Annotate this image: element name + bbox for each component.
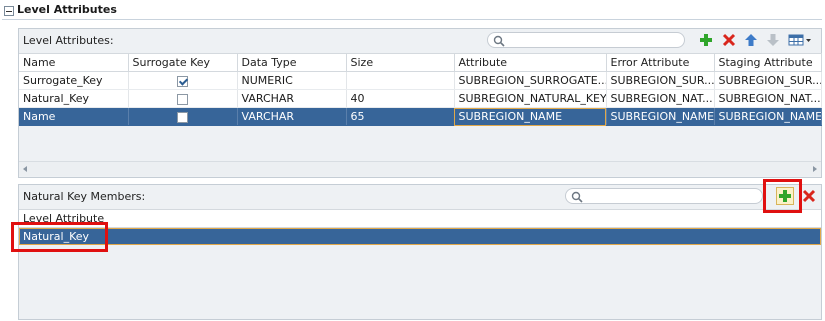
move-up-button[interactable] <box>743 32 759 48</box>
columns-menu-button[interactable] <box>787 32 813 48</box>
cell-size[interactable]: 40 <box>346 89 455 108</box>
cell-attribute[interactable]: SUBREGION_NAME <box>454 107 607 126</box>
table-row-selected[interactable]: Name VARCHAR 65 SUBREGION_NAME SUBREGION… <box>19 107 822 126</box>
natural-key-search-input[interactable] <box>565 188 763 204</box>
column-header-surrogate-key[interactable]: Surrogate Key <box>128 53 238 72</box>
add-button-highlight <box>763 179 802 213</box>
cell-size[interactable] <box>346 71 455 90</box>
column-header-name[interactable]: Name <box>19 53 129 72</box>
delete-natural-key-button[interactable] <box>801 188 817 204</box>
cell-error-attribute[interactable]: SUBREGION_SUR... <box>606 71 715 90</box>
delete-attribute-button[interactable] <box>721 32 737 48</box>
search-icon <box>493 35 505 47</box>
table-row[interactable]: Natural_Key VARCHAR 40 SUBREGION_NATURAL… <box>19 89 822 108</box>
column-header-staging-attribute[interactable]: Staging Attribute <box>714 53 822 72</box>
cell-data-type[interactable]: VARCHAR <box>237 107 347 126</box>
natural-key-members-title: Natural Key Members: <box>23 190 146 203</box>
surrogate-key-checkbox[interactable] <box>177 93 188 105</box>
attributes-table: Name Surrogate Key Data Type Size Attrib… <box>19 53 822 126</box>
level-attributes-title: Level Attributes: <box>23 34 114 47</box>
column-header-error-attribute[interactable]: Error Attribute <box>606 53 715 72</box>
table-row[interactable]: Surrogate_Key NUMERIC SUBREGION_SURROGAT… <box>19 71 822 90</box>
add-icon <box>700 34 712 46</box>
scroll-right-icon[interactable] <box>813 166 817 172</box>
natural-key-members-panel: Natural Key Members: Level Attribute Nat… <box>18 184 822 320</box>
natural-key-row-highlight <box>11 222 108 252</box>
add-attribute-button[interactable] <box>698 32 714 48</box>
delete-icon <box>802 189 816 203</box>
cell-name[interactable]: Surrogate_Key <box>19 71 129 90</box>
cell-surrogate-key[interactable] <box>128 89 238 108</box>
natural-key-table: Level Attribute Natural_Key <box>19 209 821 245</box>
cell-data-type[interactable]: NUMERIC <box>237 71 347 90</box>
horizontal-scrollbar[interactable] <box>19 161 821 176</box>
surrogate-key-checkbox[interactable] <box>177 75 188 87</box>
level-attributes-panel: Level Attributes: Name Surrogate Key Dat… <box>18 28 822 178</box>
column-header-data-type[interactable]: Data Type <box>237 53 347 72</box>
cell-attribute[interactable]: SUBREGION_SURROGATE... <box>454 71 607 90</box>
columns-icon <box>788 34 811 46</box>
delete-icon <box>722 33 736 47</box>
cell-staging-attribute[interactable]: SUBREGION_NAME <box>714 107 822 126</box>
section-header: Level Attributes <box>2 2 822 20</box>
cell-level-attribute[interactable]: Natural_Key <box>19 227 821 245</box>
collapse-icon[interactable] <box>4 6 14 16</box>
cell-staging-attribute[interactable]: SUBREGION_SUR... <box>714 71 822 90</box>
section-title: Level Attributes <box>17 3 117 16</box>
section-divider <box>2 19 822 20</box>
cell-staging-attribute[interactable]: SUBREGION_NAT... <box>714 89 822 108</box>
cell-error-attribute[interactable]: SUBREGION_NAME <box>606 107 715 126</box>
column-header-attribute[interactable]: Attribute <box>454 53 607 72</box>
cell-attribute[interactable]: SUBREGION_NATURAL_KEY <box>454 89 607 108</box>
attributes-search-input[interactable] <box>487 32 685 48</box>
move-down-button[interactable] <box>765 32 781 48</box>
cell-name[interactable]: Name <box>19 107 129 126</box>
move-down-icon <box>767 34 779 46</box>
natural-key-header-row: Level Attribute <box>19 209 821 228</box>
cell-error-attribute[interactable]: SUBREGION_NAT... <box>606 89 715 108</box>
attributes-header-row: Name Surrogate Key Data Type Size Attrib… <box>19 53 822 72</box>
table-row-selected[interactable]: Natural_Key <box>19 227 821 245</box>
search-icon <box>571 191 583 203</box>
column-header-level-attribute[interactable]: Level Attribute <box>19 209 821 228</box>
scroll-left-icon[interactable] <box>23 166 27 172</box>
cell-surrogate-key[interactable] <box>128 107 238 126</box>
cell-size[interactable]: 65 <box>346 107 455 126</box>
column-header-size[interactable]: Size <box>346 53 455 72</box>
move-up-icon <box>745 34 757 46</box>
cell-data-type[interactable]: VARCHAR <box>237 89 347 108</box>
cell-surrogate-key[interactable] <box>128 71 238 90</box>
cell-name[interactable]: Natural_Key <box>19 89 129 108</box>
surrogate-key-checkbox[interactable] <box>177 111 188 123</box>
